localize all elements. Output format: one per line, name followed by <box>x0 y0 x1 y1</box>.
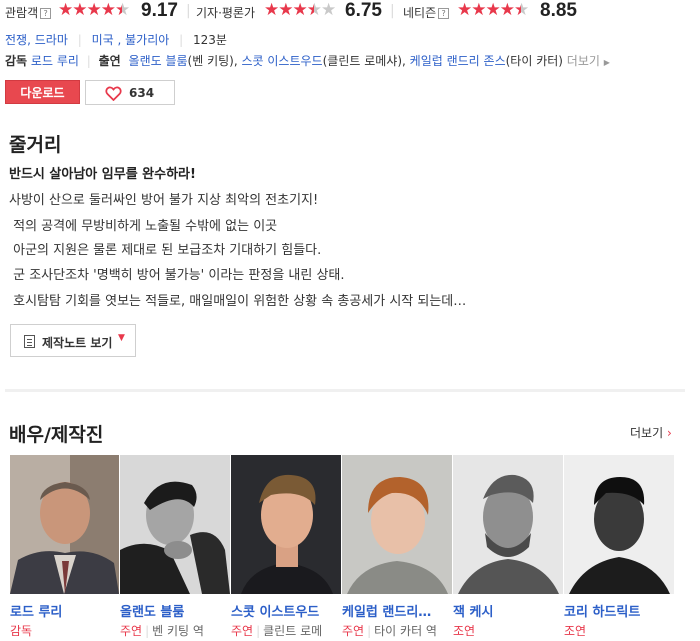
chevron-right-icon: › <box>666 426 672 440</box>
netizen-stars: ★★★★★ <box>457 0 529 20</box>
critic-stars: ★★★★★ <box>264 0 336 20</box>
crew-more-link[interactable]: 더보기 › <box>630 424 672 441</box>
person-role: 조연 <box>453 624 476 638</box>
person-name[interactable]: 올랜도 블룸 <box>120 601 184 620</box>
audience-stars: ★★★★★ <box>58 0 130 20</box>
download-button[interactable]: 다운로드 <box>5 80 80 104</box>
like-button[interactable]: 634 <box>85 80 175 105</box>
like-count: 634 <box>129 86 155 100</box>
synopsis-headline: 반드시 살아남아 임무를 완수하라! <box>9 167 196 182</box>
person-name[interactable]: 스콧 이스트우드 <box>231 601 319 620</box>
audience-rating-label: 관람객? <box>5 4 52 21</box>
netizen-rating-label: 네티즌? <box>403 4 450 21</box>
director-label: 감독 <box>5 54 28 68</box>
cast-link[interactable]: 스콧 이스트우드 <box>242 54 323 68</box>
character-name: 벤 키팅 역 <box>152 624 204 638</box>
runtime: 123분 <box>192 33 227 47</box>
director-link[interactable]: 로드 루리 <box>31 54 79 68</box>
crew-title: 배우/제작진 <box>9 424 104 446</box>
help-icon[interactable]: ? <box>40 8 52 19</box>
credits-line: 감독 로드 루리 | 출연 올랜도 블룸(벤 키팅), 스콧 이스트우드(클린트… <box>5 54 610 68</box>
character-name: 타이 카터 역 <box>374 624 437 638</box>
person-role: 조연 <box>564 624 587 638</box>
synopsis-line: 군 조사단조차 '명백히 방어 불가능' 이라는 판정을 내린 상태. <box>9 268 345 283</box>
person-photo[interactable] <box>10 455 119 594</box>
synopsis-line: 아군의 지원은 물론 제대로 된 보급조차 기대하기 힘들다. <box>9 243 322 258</box>
section-divider <box>5 389 685 392</box>
caret-down-icon: ▼ <box>118 333 125 343</box>
character-name: 클린트 로메 <box>263 624 323 638</box>
genre-link[interactable]: 드라마 <box>35 33 68 47</box>
cast-more-link[interactable]: 더보기 ▶ <box>567 54 610 68</box>
heart-icon <box>105 86 122 101</box>
person-role: 주연 | 벤 키팅 역 <box>120 624 204 638</box>
synopsis-title: 줄거리 <box>9 134 62 156</box>
help-icon[interactable]: ? <box>438 8 450 19</box>
person-photo[interactable] <box>120 455 230 594</box>
cast-label: 출연 <box>98 54 121 68</box>
person-photo[interactable] <box>564 455 674 594</box>
person-photo[interactable] <box>453 455 563 594</box>
person-photo[interactable] <box>342 455 452 594</box>
person-name[interactable]: 잭 케시 <box>453 601 493 620</box>
country-link[interactable]: 미국 <box>92 33 114 47</box>
chevron-right-icon: ▶ <box>603 58 610 67</box>
person-role: 감독 <box>10 624 33 638</box>
document-icon <box>24 335 35 348</box>
audience-score: 9.17 <box>141 0 178 21</box>
person-name[interactable]: 코리 하드릭트 <box>564 601 640 620</box>
synopsis-line: 적의 공격에 무방비하게 노출될 수밖에 없는 이곳 <box>9 219 278 234</box>
synopsis-line: 사방이 산으로 둘러싸인 방어 불가 지상 최악의 전초기지! <box>9 193 319 208</box>
person-photo[interactable] <box>231 455 341 594</box>
cast-link[interactable]: 올랜도 블룸 <box>129 54 188 68</box>
person-name[interactable]: 로드 루리 <box>10 601 62 620</box>
cast-link[interactable]: 케일럽 랜드리 존스 <box>410 54 506 68</box>
netizen-score: 8.85 <box>540 0 577 21</box>
movie-meta: 전쟁, 드라마 | 미국 , 불가리아 | 123분 <box>5 33 227 47</box>
person-role: 주연 | 클린트 로메 <box>231 624 323 638</box>
production-note-button[interactable]: 제작노트 보기 ▼ <box>10 324 136 357</box>
synopsis-line: 호시탐탐 기회를 엿보는 적들로, 매일매일이 위험한 상황 속 총공세가 시작… <box>9 294 467 309</box>
genre-link[interactable]: 전쟁 <box>5 33 27 47</box>
person-role: 주연 | 타이 카터 역 <box>342 624 437 638</box>
critic-rating-label: 기자·평론가 <box>196 6 256 20</box>
critic-score: 6.75 <box>345 0 382 21</box>
person-name[interactable]: 케일럽 랜드리… <box>342 601 431 620</box>
country-link[interactable]: 불가리아 <box>125 33 169 47</box>
